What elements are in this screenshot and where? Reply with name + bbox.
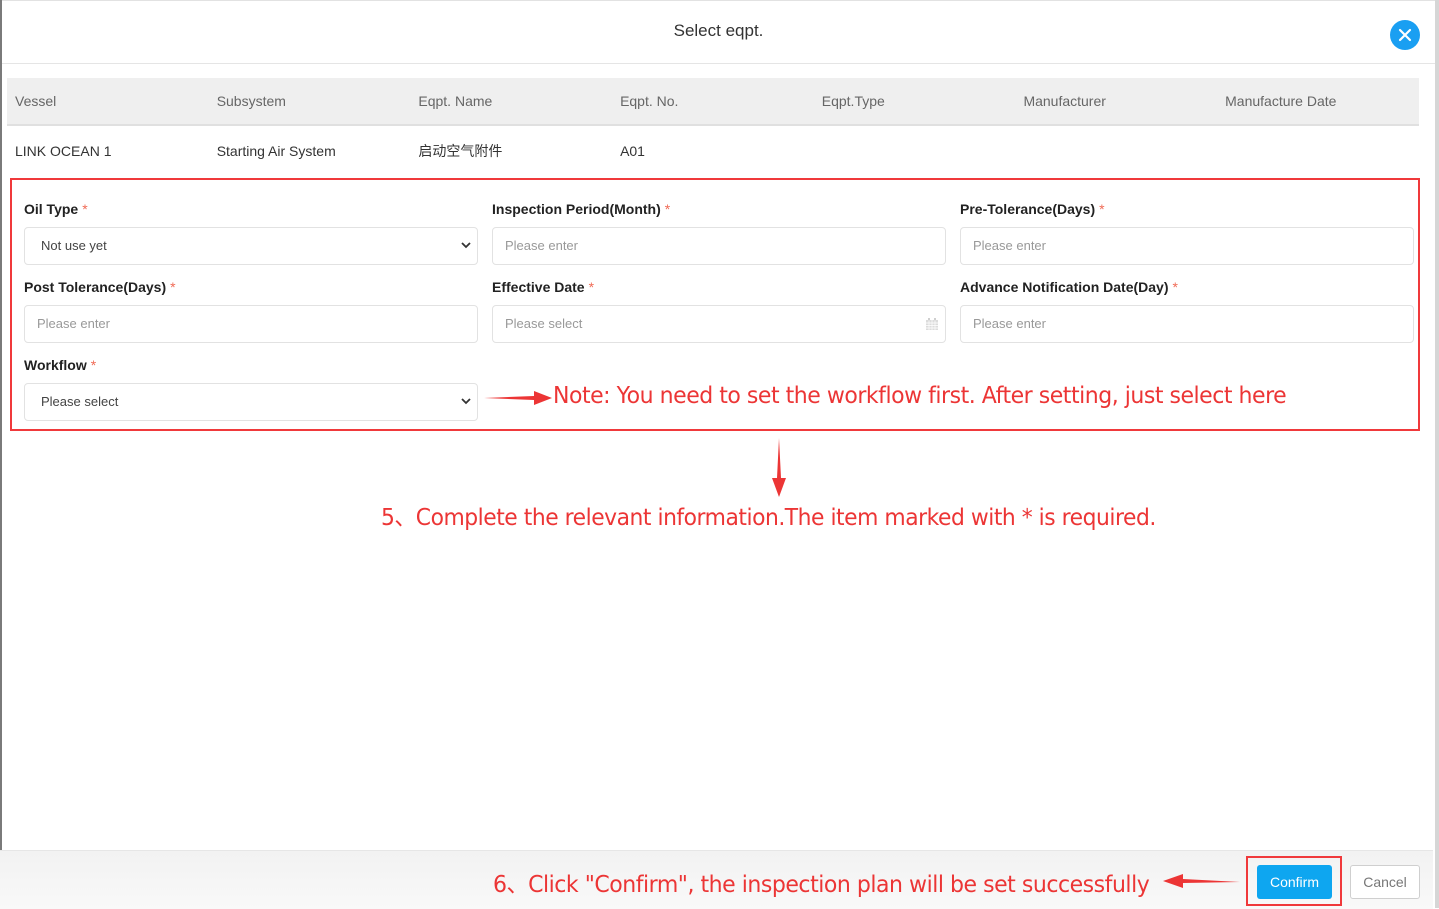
column-header-subsystem: Subsystem (216, 93, 286, 109)
step5-annotation: 5、Complete the relevant information.The … (381, 505, 1156, 531)
table-row[interactable]: LINK OCEAN 1 Starting Air System 启动空气附件 … (7, 126, 1419, 176)
cancel-button[interactable]: Cancel (1350, 865, 1420, 899)
pre-tolerance-input[interactable]: Please enter (960, 227, 1414, 265)
pre-tolerance-field: Pre-Tolerance(Days) * Please enter (960, 201, 1414, 265)
post-tolerance-placeholder: Please enter (37, 316, 110, 331)
inspection-period-placeholder: Please enter (505, 238, 578, 253)
cell-eqpt-name: 启动空气附件 (418, 143, 503, 159)
arrow-down-icon (772, 438, 786, 497)
oil-type-value: Not use yet (41, 238, 107, 253)
advance-notification-placeholder: Please enter (973, 316, 1046, 331)
workflow-field: Workflow * Please select (24, 357, 478, 421)
close-button[interactable] (1390, 20, 1420, 50)
column-header-eqpt-no: Eqpt. No. (620, 93, 679, 109)
table-header: Vessel Subsystem Eqpt. Name Eqpt. No. Eq… (7, 78, 1419, 126)
close-icon (1398, 28, 1412, 42)
workflow-value: Please select (41, 394, 119, 409)
advance-notification-input[interactable]: Please enter (960, 305, 1414, 343)
oil-type-label: Oil Type * (24, 201, 88, 217)
oil-type-select[interactable]: Not use yet (24, 227, 478, 265)
chevron-down-icon (461, 242, 471, 249)
effective-date-placeholder: Please select (505, 316, 583, 331)
inspection-period-label: Inspection Period(Month) * (492, 201, 671, 217)
modal-title: Select eqpt. (673, 21, 764, 40)
workflow-note-annotation: Note: You need to set the workflow first… (553, 383, 1287, 409)
oil-type-field: Oil Type * Not use yet (24, 201, 478, 265)
cell-subsystem: Starting Air System (216, 143, 336, 159)
chevron-down-icon (461, 398, 471, 405)
arrow-left-icon (1163, 874, 1240, 888)
equipment-table: Vessel Subsystem Eqpt. Name Eqpt. No. Eq… (7, 78, 1419, 176)
modal-header: Select eqpt. (2, 1, 1435, 64)
post-tolerance-label: Post Tolerance(Days) * (24, 279, 176, 295)
inspection-period-input[interactable]: Please enter (492, 227, 946, 265)
advance-notification-label: Advance Notification Date(Day) * (960, 279, 1178, 295)
column-header-manufacture-date: Manufacture Date (1225, 93, 1337, 109)
pre-tolerance-label: Pre-Tolerance(Days) * (960, 201, 1105, 217)
arrow-right-icon (484, 391, 552, 405)
calendar-icon (926, 318, 938, 330)
workflow-select[interactable]: Please select (24, 383, 478, 421)
cell-eqpt-no: A01 (620, 143, 645, 159)
confirm-button[interactable]: Confirm (1257, 865, 1332, 899)
post-tolerance-input[interactable]: Please enter (24, 305, 478, 343)
cell-vessel: LINK OCEAN 1 (15, 143, 112, 159)
post-tolerance-field: Post Tolerance(Days) * Please enter (24, 279, 478, 343)
column-header-eqpt-type: Eqpt.Type (821, 93, 885, 109)
column-header-vessel: Vessel (15, 93, 57, 109)
inspection-period-field: Inspection Period(Month) * Please enter (492, 201, 946, 265)
effective-date-field: Effective Date * Please select (492, 279, 946, 343)
step6-annotation: 6、Click "Confirm", the inspection plan w… (493, 872, 1150, 898)
pre-tolerance-placeholder: Please enter (973, 238, 1046, 253)
column-header-eqpt-name: Eqpt. Name (418, 93, 493, 109)
column-header-manufacturer: Manufacturer (1023, 93, 1106, 109)
scrollbar[interactable] (1435, 0, 1439, 908)
advance-notification-field: Advance Notification Date(Day) * Please e… (960, 279, 1414, 343)
workflow-label: Workflow * (24, 357, 97, 373)
effective-date-label: Effective Date * (492, 279, 595, 295)
effective-date-picker[interactable]: Please select (492, 305, 946, 343)
